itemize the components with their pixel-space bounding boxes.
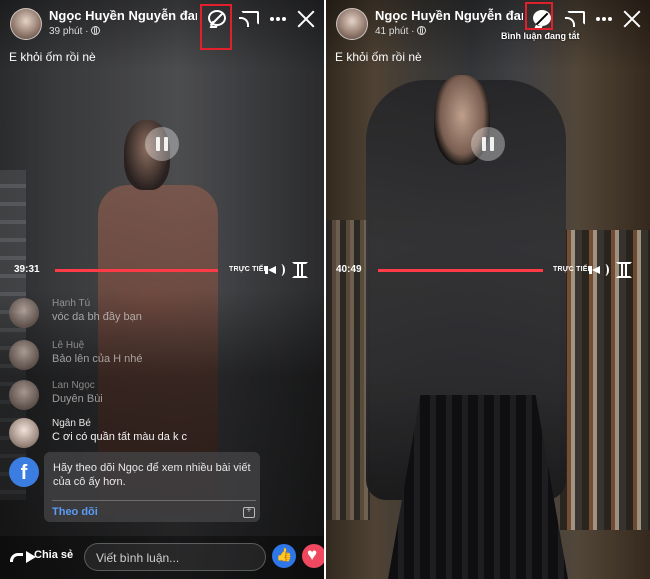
divider: [52, 500, 256, 501]
comment-text: vóc da bh đầy bạn: [52, 311, 142, 323]
share-button[interactable]: Chia sẻ: [34, 549, 73, 561]
add-icon[interactable]: [243, 505, 255, 518]
comment-text: C ơi có quần tất màu da k c: [52, 431, 188, 443]
comment-item: Hạnh Tú vóc da bh đầy bạn: [0, 298, 324, 338]
streamer-name[interactable]: Ngọc Huyền Nguyễn đang...: [375, 8, 523, 23]
commenter-name[interactable]: Lê Huệ: [52, 340, 84, 351]
follow-prompt: Hãy theo dõi Ngọc để xem nhiều bài viết …: [53, 462, 251, 488]
stream-time: 41 phút ·: [375, 26, 427, 37]
comment-item: Lan Ngọc Duyên Bùi: [0, 380, 324, 420]
progress-bar[interactable]: [55, 269, 218, 272]
commenter-name[interactable]: Ngân Bé: [52, 418, 91, 429]
highlight-box: [200, 4, 232, 50]
video-header: Ngọc Huyền Nguyễn đang... 39 phút · E kh…: [0, 0, 324, 70]
bottom-bar: Chia sẻ Viết bình luận...: [0, 536, 324, 579]
commenter-name[interactable]: Hạnh Tú: [52, 298, 90, 309]
comments-off-label: Bình luận đang tắt: [501, 31, 580, 41]
commenter-avatar[interactable]: [9, 380, 39, 410]
streamer-avatar[interactable]: [336, 8, 368, 40]
volume-icon[interactable]: [268, 262, 285, 278]
follow-button[interactable]: Theo dõi: [52, 506, 98, 518]
highlight-box: [525, 2, 553, 30]
close-button[interactable]: [621, 8, 645, 30]
cast-button[interactable]: [238, 8, 262, 30]
close-icon: [296, 9, 316, 29]
cast-button[interactable]: [564, 8, 588, 30]
comment-placeholder: Viết bình luận...: [96, 551, 180, 565]
fullscreen-icon[interactable]: [616, 262, 632, 278]
video-timeline: 40:49 TRỰC TIẾP: [326, 258, 650, 282]
live-video-panel-left: Ngọc Huyền Nguyễn đang... 39 phút · E kh…: [0, 0, 324, 579]
live-label: TRỰC TIẾP: [553, 266, 593, 273]
globe-icon: [417, 26, 427, 35]
live-label: TRỰC TIẾP: [229, 266, 269, 273]
stream-caption: E khỏi ốm rồi nè: [335, 50, 422, 64]
cast-icon: [565, 11, 585, 27]
commenter-avatar[interactable]: [9, 418, 39, 448]
elapsed-time: 40:49: [336, 264, 362, 275]
share-icon[interactable]: [10, 547, 28, 562]
like-reaction-button[interactable]: [272, 544, 296, 568]
comment-item: Lê Huệ Bảo lên của H nhé: [0, 340, 324, 380]
video-overlay: [326, 0, 650, 579]
stream-caption: E khỏi ốm rồi nè: [9, 50, 96, 64]
comment-text: Bảo lên của H nhé: [52, 353, 143, 365]
love-reaction-button[interactable]: [302, 544, 324, 568]
fullscreen-icon[interactable]: [292, 262, 308, 278]
more-icon: [270, 17, 288, 21]
close-button[interactable]: [295, 8, 319, 30]
progress-bar[interactable]: [378, 269, 543, 272]
commenter-name[interactable]: Lan Ngọc: [52, 380, 95, 391]
pause-button[interactable]: [471, 127, 505, 161]
globe-icon: [91, 26, 101, 35]
live-video-panel-right: Ngọc Huyền Nguyễn đang... 41 phút · E kh…: [326, 0, 650, 579]
cast-icon: [239, 11, 259, 27]
comment-text: Duyên Bùi: [52, 393, 103, 405]
close-icon: [622, 9, 642, 29]
streamer-name[interactable]: Ngọc Huyền Nguyễn đang...: [49, 8, 197, 23]
streamer-avatar[interactable]: [10, 8, 42, 40]
more-options-button[interactable]: [268, 8, 292, 30]
commenter-avatar[interactable]: [9, 340, 39, 370]
stream-time: 39 phút ·: [49, 26, 101, 37]
facebook-icon: f: [9, 457, 39, 487]
video-timeline: 39:31 TRỰC TIẾP: [0, 258, 324, 282]
video-header: Ngọc Huyền Nguyễn đang... 41 phút · E kh…: [326, 0, 650, 70]
elapsed-time: 39:31: [14, 264, 40, 275]
more-options-button[interactable]: [594, 8, 618, 30]
pause-button[interactable]: [145, 127, 179, 161]
comment-input[interactable]: Viết bình luận...: [84, 543, 266, 571]
more-icon: [596, 17, 614, 21]
volume-icon[interactable]: [592, 262, 609, 278]
commenter-avatar[interactable]: [9, 298, 39, 328]
